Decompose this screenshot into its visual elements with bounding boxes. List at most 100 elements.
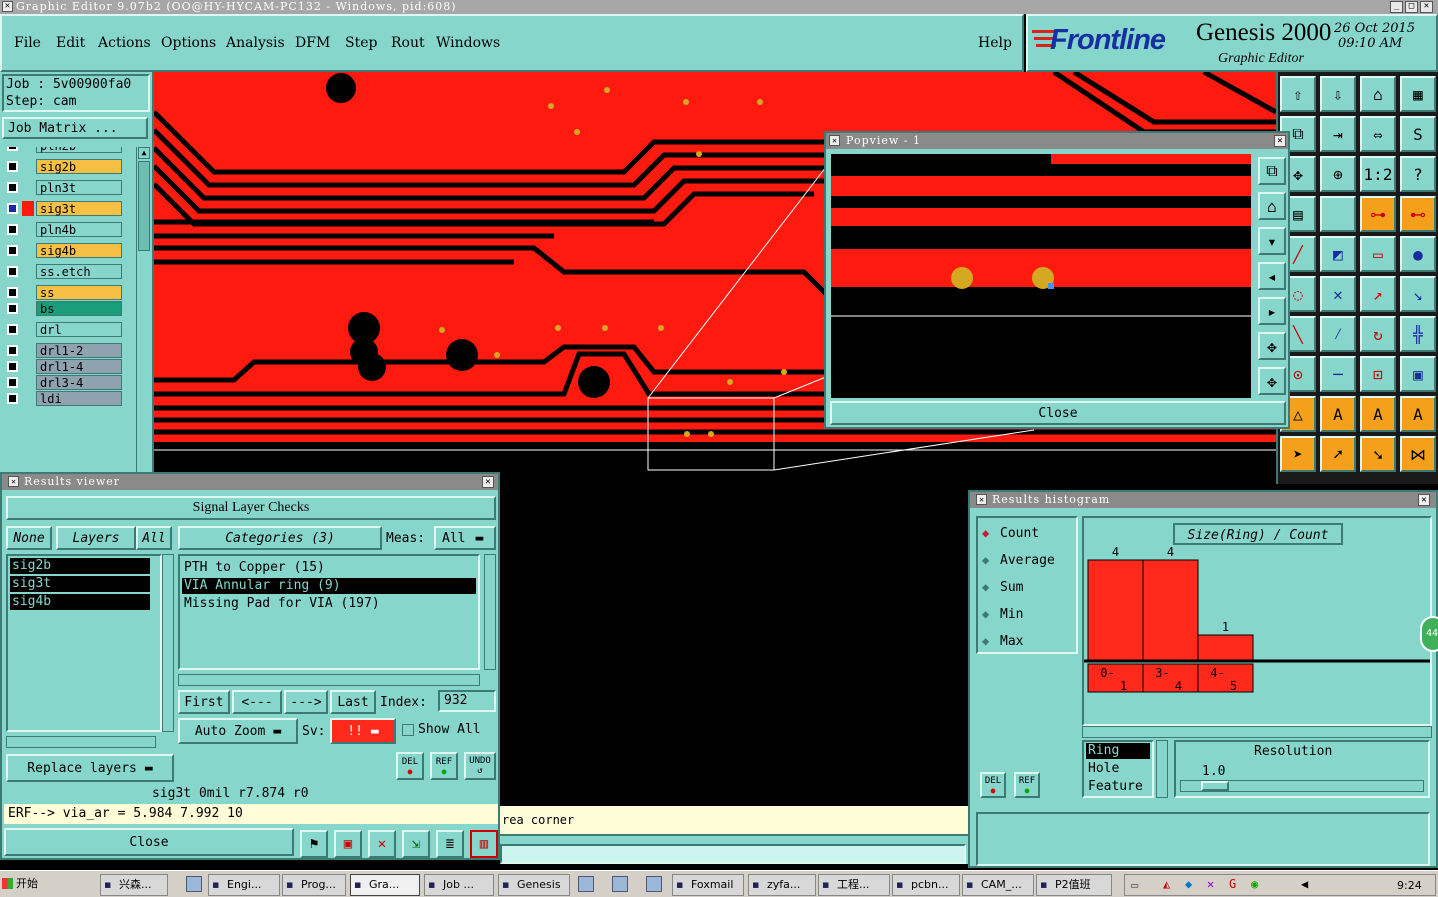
radio-diamond-icon[interactable]: ◆ <box>982 634 989 648</box>
meas-select[interactable]: All ▬ <box>434 526 496 550</box>
layer-name[interactable]: pln4b <box>36 222 122 237</box>
layer-checkbox[interactable] <box>7 287 18 298</box>
minimize-button[interactable]: _ <box>1390 1 1403 13</box>
start-button[interactable]: 开始 <box>2 874 56 896</box>
layer-name[interactable]: ldi <box>36 391 122 406</box>
layer-row[interactable]: sig4b <box>4 242 122 259</box>
histogram-hscroll[interactable] <box>1082 726 1432 738</box>
radio-diamond-icon[interactable]: ◆ <box>982 580 989 594</box>
layer-checkbox[interactable] <box>7 324 18 335</box>
split-icon[interactable]: ╬ <box>1400 316 1436 352</box>
layer-checkbox[interactable] <box>7 303 18 314</box>
tray-x-icon[interactable]: ✕ <box>1207 877 1214 891</box>
menu-step[interactable]: Step <box>345 35 377 51</box>
radio-diamond-icon[interactable]: ◆ <box>982 526 989 540</box>
menu-options[interactable]: Options <box>161 35 216 51</box>
show-all-checkbox[interactable] <box>402 724 414 736</box>
next-button[interactable]: ---> <box>284 690 328 714</box>
layer-checkbox[interactable] <box>7 161 18 172</box>
ratio-icon[interactable]: 1:2 <box>1360 156 1396 192</box>
popview-zoom-icon[interactable]: ⧉ <box>1258 157 1286 185</box>
tool-clear-icon[interactable]: ✕ <box>368 830 396 858</box>
layer-checkbox[interactable] <box>7 203 18 214</box>
layer-checkbox[interactable] <box>7 361 18 372</box>
undo-button[interactable]: UNDO ↺ <box>464 752 496 780</box>
s-curve-icon[interactable]: S <box>1400 116 1436 152</box>
home-icon[interactable]: ⌂ <box>1360 76 1396 112</box>
popview-right-icon[interactable]: ▸ <box>1258 297 1286 325</box>
layer-name[interactable]: pln2b <box>36 147 122 153</box>
layer-name[interactable]: drl1-4 <box>36 359 122 374</box>
taskbar-item[interactable]: ▪ CAM_... <box>962 874 1034 896</box>
resolution-slider-thumb[interactable] <box>1201 781 1229 791</box>
result-layer-item[interactable]: sig2b <box>10 558 150 574</box>
cross-icon[interactable]: ✕ <box>1320 276 1356 312</box>
menu-windows[interactable]: Windows <box>436 35 500 51</box>
first-button[interactable]: First <box>178 690 230 714</box>
histogram-option[interactable]: ◆ Average <box>982 551 1074 571</box>
tool-ruler-icon[interactable]: ⇲ <box>402 830 430 858</box>
categories-hscroll[interactable] <box>178 674 480 686</box>
center-icon[interactable]: ⊕ <box>1320 156 1356 192</box>
histogram-option[interactable]: ◆ Count <box>982 524 1074 544</box>
sv-select[interactable]: !! ▬ <box>330 718 396 744</box>
layer-name[interactable]: ss <box>36 285 122 300</box>
maximize-button[interactable]: □ <box>1405 1 1418 13</box>
popview-canvas[interactable] <box>831 154 1251 398</box>
auto-zoom-select[interactable]: Auto Zoom ▬ <box>178 718 298 744</box>
menu-analysis[interactable]: Analysis <box>226 35 285 51</box>
histogram-mode-item[interactable]: Feature <box>1086 779 1150 795</box>
layer-row[interactable]: pln3t <box>4 179 122 196</box>
histogram-mode-item[interactable]: Hole <box>1086 761 1150 777</box>
resolution-slider[interactable] <box>1180 780 1424 792</box>
categories-button[interactable]: Categories (3) <box>178 526 382 550</box>
pad-icon[interactable]: ● <box>1400 236 1436 272</box>
scale-icon[interactable]: ⇔ <box>1360 116 1396 152</box>
layer-checkbox[interactable] <box>7 393 18 404</box>
folder-icon[interactable] <box>578 876 594 892</box>
menu-help[interactable]: Help <box>978 35 1012 51</box>
text-b-icon[interactable]: A <box>1400 396 1436 432</box>
tool-flag-icon[interactable]: ⚑ <box>300 830 328 858</box>
home-down-icon[interactable]: ⇩ <box>1320 76 1356 112</box>
popview-down-icon[interactable]: ▾ <box>1258 227 1286 255</box>
desktop-icon[interactable] <box>186 876 202 892</box>
layer-row[interactable]: bs <box>4 300 122 317</box>
taskbar-item[interactable]: ▪ Engi... <box>208 874 280 896</box>
layer-name[interactable]: pln3t <box>36 180 122 195</box>
tray-security-icon[interactable]: ◉ <box>1251 877 1258 891</box>
histogram-mode-item[interactable]: Ring <box>1086 743 1150 759</box>
tray-network-icon[interactable]: ▭ <box>1131 878 1138 892</box>
layer-list-scrollbar[interactable]: ▲ <box>136 147 150 472</box>
arc-select-icon[interactable]: ↘ <box>1400 276 1436 312</box>
tray-app-icon[interactable]: ◆ <box>1185 877 1192 891</box>
layer-checkbox[interactable] <box>7 345 18 356</box>
histogram-mode-scrollbar[interactable] <box>1156 740 1168 798</box>
word-icon[interactable] <box>612 876 628 892</box>
histogram-option[interactable]: ◆ Max <box>982 632 1074 652</box>
tray-shield-icon[interactable]: ◭ <box>1163 877 1170 891</box>
layer-name[interactable]: sig2b <box>36 159 122 174</box>
tray-g-icon[interactable]: G <box>1229 877 1236 891</box>
taskbar-item[interactable]: ▪ Genesis <box>498 874 570 896</box>
taskbar-item[interactable]: ▪ 工程... <box>818 874 890 896</box>
layer-row[interactable]: drl1-4 <box>4 358 122 375</box>
net-icon[interactable]: ⋈ <box>1400 436 1436 472</box>
taskbar-item[interactable]: ▪ zyfa... <box>748 874 816 896</box>
text-icon[interactable]: A <box>1360 396 1396 432</box>
frame-icon[interactable]: ⊡ <box>1360 356 1396 392</box>
popview-close-button[interactable]: Close <box>830 401 1286 425</box>
popview-home-icon[interactable]: ⌂ <box>1258 192 1286 220</box>
menu-dfm[interactable]: DFM <box>295 35 330 51</box>
del-button[interactable]: DEL ● <box>396 752 424 780</box>
histogram-bar[interactable] <box>1087 559 1144 661</box>
taskbar-item[interactable]: ▪ pcbn... <box>892 874 960 896</box>
histogram-close-icon[interactable]: ✕ <box>1418 494 1430 506</box>
taskbar-item[interactable]: ▪ Gra... <box>350 874 420 896</box>
layer-checkbox[interactable] <box>7 377 18 388</box>
tool-report-icon[interactable]: ≣ <box>436 830 464 858</box>
tool-icon[interactable] <box>646 876 662 892</box>
connect-icon[interactable]: ⊶ <box>1360 196 1396 232</box>
layer-name[interactable]: drl3-4 <box>36 375 122 390</box>
pointer-snap-icon[interactable]: ➘ <box>1360 436 1396 472</box>
